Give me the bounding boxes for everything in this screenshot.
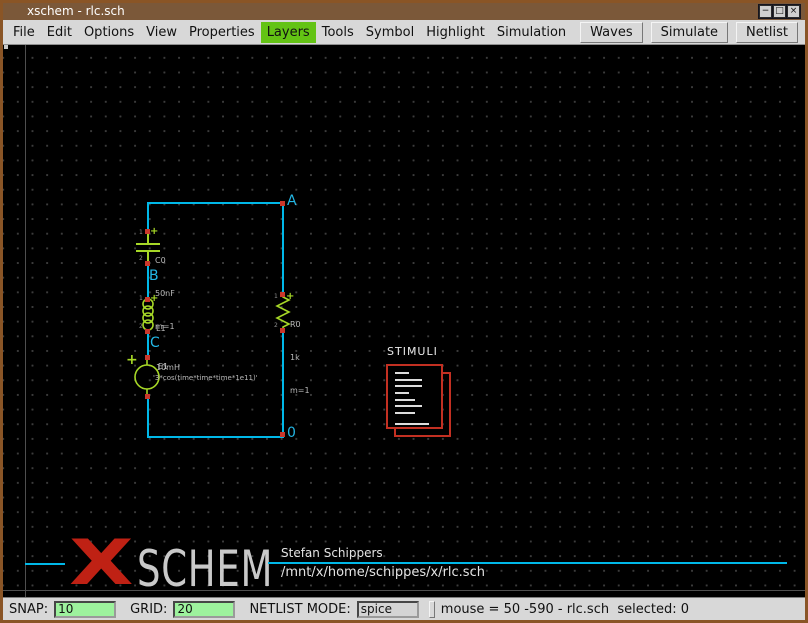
inductor-pin-top[interactable]	[145, 297, 150, 302]
stimuli-label: STIMULI	[387, 345, 438, 358]
menu-edit[interactable]: Edit	[41, 22, 78, 43]
resistor-value: 1k	[290, 352, 310, 363]
capacitor-pin1-number: 1	[139, 230, 143, 236]
minimize-icon[interactable]: −	[759, 5, 772, 18]
grid-input[interactable]	[173, 601, 235, 618]
status-bar: SNAP: GRID: NETLIST MODE: mouse = 50 -59…	[3, 597, 805, 620]
resistor-pin1-number: 1	[274, 294, 278, 300]
netlist-mode-input[interactable]	[357, 601, 419, 618]
statusbar-sash[interactable]	[429, 601, 435, 618]
title-bar[interactable]: xschem - rlc.sch − □ ×	[3, 3, 805, 20]
stimuli-text-line	[395, 385, 422, 387]
node-label-a[interactable]: A	[287, 194, 297, 208]
mouse-status-text: mouse = 50 -590 - rlc.sch selected: 0	[441, 602, 689, 617]
stimuli-text-line	[395, 405, 422, 407]
netlist-button[interactable]: Netlist	[736, 22, 798, 43]
simulate-button[interactable]: Simulate	[651, 22, 728, 43]
resistor-pin2-number: 2	[274, 323, 278, 329]
menu-view[interactable]: View	[140, 22, 183, 43]
wire-top[interactable]	[147, 202, 284, 204]
menu-options[interactable]: Options	[78, 22, 140, 43]
junction-pin-top-right	[280, 201, 285, 206]
capacitor-pin-bottom[interactable]	[145, 261, 150, 266]
wire-right-1[interactable]	[282, 202, 284, 295]
inductor-pin-bottom[interactable]	[145, 329, 150, 334]
node-label-gnd[interactable]: 0	[287, 426, 296, 440]
snap-label: SNAP:	[9, 602, 48, 617]
resistor-pin-bottom[interactable]	[280, 328, 285, 333]
capacitor-pin2-number: 2	[139, 256, 143, 262]
inductor-pin2-number: 2	[139, 324, 143, 330]
source-pin-top[interactable]	[145, 355, 150, 360]
maximize-icon[interactable]: □	[773, 5, 786, 18]
close-icon[interactable]: ×	[787, 5, 800, 18]
stimuli-text-line	[395, 372, 409, 374]
resistor-labels: R0 1k m=1	[290, 297, 310, 418]
resistor-pin-top[interactable]	[280, 292, 285, 297]
xschem-logo-x: X	[69, 533, 134, 593]
source-pin-bottom[interactable]	[145, 394, 150, 399]
capacitor-name: C0	[155, 255, 175, 266]
author-text: Stefan Schippers	[281, 546, 383, 560]
divider-line-left	[25, 563, 65, 565]
menu-bar: File Edit Options View Properties Layers…	[3, 20, 805, 45]
stimuli-front-sheet[interactable]	[386, 364, 443, 429]
resistor-mult: m=1	[290, 385, 310, 396]
inductor-pin1-number: 1	[139, 296, 143, 302]
xschem-window: xschem - rlc.sch − □ × File Edit Options…	[0, 0, 808, 623]
file-path-text: /mnt/x/home/schippes/x/rlc.sch	[281, 565, 485, 580]
wire-bottom[interactable]	[147, 436, 284, 438]
stimuli-text-line	[395, 399, 415, 401]
wire-right-2[interactable]	[282, 329, 284, 438]
menu-symbol[interactable]: Symbol	[360, 22, 420, 43]
stimuli-text-line	[395, 392, 409, 394]
node-label-b[interactable]: B	[149, 269, 159, 283]
source-value: '3*cos(time*time*time*1e11)'	[153, 373, 258, 384]
netlist-mode-label: NETLIST MODE:	[249, 602, 350, 617]
axis-vertical	[25, 45, 26, 597]
stimuli-text-line	[395, 412, 415, 414]
resistor-name: R0	[290, 319, 310, 330]
snap-input[interactable]	[54, 601, 116, 618]
menu-layers[interactable]: Layers	[261, 22, 316, 43]
divider-line-right	[268, 562, 787, 564]
menu-tools[interactable]: Tools	[316, 22, 360, 43]
menu-highlight[interactable]: Highlight	[420, 22, 491, 43]
waves-button[interactable]: Waves	[580, 22, 642, 43]
source-name: E1	[158, 361, 168, 372]
schematic-canvas[interactable]: + 1 2 C0 50nF m=1 A B C 0 + 1	[3, 45, 805, 597]
menu-simulation[interactable]: Simulation	[491, 22, 572, 43]
grid-label: GRID:	[130, 602, 167, 617]
window-controls: − □ ×	[758, 4, 801, 19]
canvas-corner-marker	[4, 45, 8, 49]
stimuli-text-line	[395, 423, 429, 425]
wire-left-4[interactable]	[147, 395, 149, 438]
junction-pin-bottom-right	[280, 432, 285, 437]
menu-properties[interactable]: Properties	[183, 22, 261, 43]
source-plus-sign: +	[126, 353, 138, 367]
menu-file[interactable]: File	[7, 22, 41, 43]
capacitor-pin-top[interactable]	[145, 229, 150, 234]
window-title: xschem - rlc.sch	[27, 4, 125, 18]
stimuli-text-line	[395, 379, 422, 381]
inductor-name: L1	[156, 322, 180, 335]
xschem-logo-text: SCHEM	[137, 545, 273, 593]
